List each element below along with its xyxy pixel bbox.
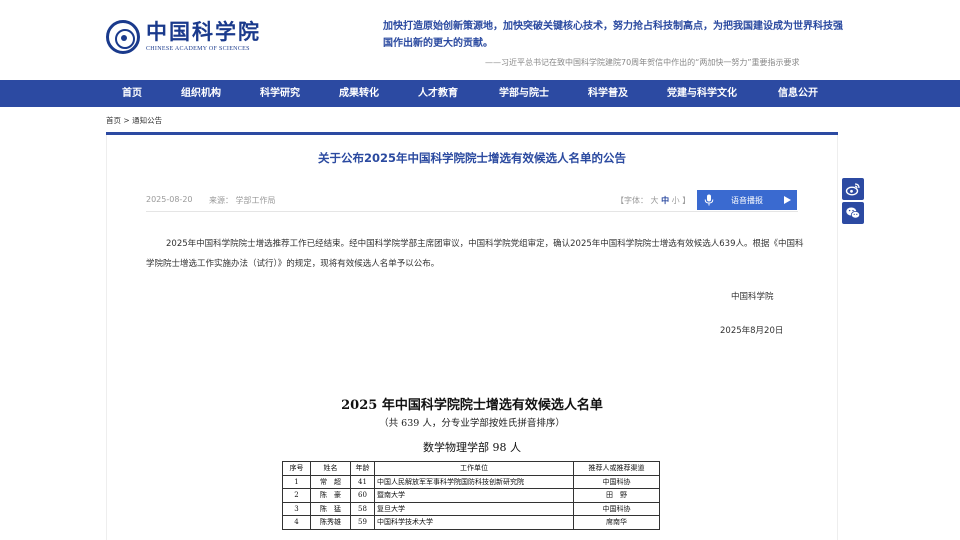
nav-item-achievements[interactable]: 成果转化 bbox=[339, 80, 379, 107]
cas-emblem-icon bbox=[106, 20, 140, 54]
font-small-link[interactable]: 小 bbox=[672, 196, 680, 205]
logo-chinese-name: 中国科学院 bbox=[146, 19, 261, 44]
site-logo[interactable]: 中国科学院 CHINESE ACADEMY OF SCIENCES bbox=[106, 20, 261, 54]
article-source: 来源： 学部工作局 bbox=[209, 196, 276, 205]
table-row: 3 陈 猛 58 复旦大学 中国科协 bbox=[282, 501, 660, 516]
nav-item-research[interactable]: 科学研究 bbox=[260, 80, 300, 107]
site-header: 中国科学院 CHINESE ACADEMY OF SCIENCES 加快打造原始… bbox=[0, 0, 960, 79]
candidate-table: 序号 姓名 年龄 工作单位 推荐人或推荐渠道 1 常 超 41 中国人民解放军军… bbox=[282, 461, 660, 530]
share-wechat-button[interactable] bbox=[842, 202, 864, 224]
nav-item-party-culture[interactable]: 党建与科学文化 bbox=[667, 80, 737, 107]
article-title: 关于公布2025年中国科学院院士增选有效候选人名单的公告 bbox=[317, 151, 626, 165]
font-size-selector: 【字体： 大 中 小 】 bbox=[616, 196, 691, 205]
signature-date: 2025年8月20日 bbox=[720, 326, 784, 336]
breadcrumb: 首页 > 通知公告 bbox=[106, 115, 162, 126]
breadcrumb-home[interactable]: 首页 bbox=[106, 116, 121, 125]
header-recommender: 推荐人或推荐渠道 bbox=[573, 461, 660, 476]
nav-item-organization[interactable]: 组织机构 bbox=[181, 80, 221, 107]
article-paragraph: 2025年中国科学院院士增选推荐工作已经结束。经中国科学院学部主席团审议，中国科… bbox=[146, 239, 804, 269]
breadcrumb-current[interactable]: 通知公告 bbox=[132, 116, 162, 125]
header-unit: 工作单位 bbox=[374, 461, 574, 476]
article-date: 2025-08-20 bbox=[146, 195, 193, 204]
microphone-icon bbox=[704, 194, 714, 206]
nav-item-academicians[interactable]: 学部与院士 bbox=[499, 80, 549, 107]
nav-item-popular-science[interactable]: 科学普及 bbox=[588, 80, 628, 107]
table-row: 4 陈秀雄 59 中国科学技术大学 席南华 bbox=[282, 515, 660, 530]
slogan-source: ——习近平总书记在致中国科学院建院70周年贺信中作出的“两加快一努力”重要指示要… bbox=[485, 58, 800, 67]
table-row: 1 常 超 41 中国人民解放军军事科学院国防科技创新研究院 中国科协 bbox=[282, 474, 660, 489]
header-name: 姓名 bbox=[310, 461, 351, 476]
header-number: 序号 bbox=[282, 461, 311, 476]
table-header-row: 序号 姓名 年龄 工作单位 推荐人或推荐渠道 bbox=[282, 461, 660, 476]
list-subtitle: （共 639 人，分专业学部按姓氏拼音排序） bbox=[379, 418, 565, 429]
signature: 中国科学院 bbox=[731, 292, 774, 302]
weibo-icon bbox=[845, 183, 860, 196]
share-weibo-button[interactable] bbox=[842, 178, 864, 200]
play-icon bbox=[784, 196, 791, 204]
header-slogan: 加快打造原始创新策源地，加快突破关键核心技术，努力抢占科技制高点，为把我国建设成… bbox=[383, 21, 843, 49]
table-row: 2 陈 豪 60 暨南大学 田 野 bbox=[282, 488, 660, 503]
voice-broadcast-button[interactable]: 语音播报 bbox=[697, 190, 797, 210]
font-medium-link[interactable]: 中 bbox=[661, 196, 669, 205]
nav-item-information[interactable]: 信息公开 bbox=[778, 80, 818, 107]
header-age: 年龄 bbox=[350, 461, 375, 476]
nav-item-home[interactable]: 首页 bbox=[122, 80, 142, 107]
logo-english-name: CHINESE ACADEMY OF SCIENCES bbox=[146, 46, 250, 52]
wechat-icon bbox=[846, 207, 861, 219]
article-meta: 2025-08-20 来源： 学部工作局 【字体： 大 中 小 】 语音播报 bbox=[146, 190, 798, 212]
breadcrumb-separator: > bbox=[123, 116, 130, 125]
main-nav: 首页 组织机构 科学研究 成果转化 人才教育 学部与院士 科学普及 党建与科学文… bbox=[0, 80, 960, 107]
department-title: 数学物理学部 98 人 bbox=[423, 441, 521, 454]
nav-item-education[interactable]: 人才教育 bbox=[418, 80, 458, 107]
voice-broadcast-label: 语音播报 bbox=[731, 195, 763, 205]
font-large-link[interactable]: 大 bbox=[651, 196, 659, 205]
list-title: 2025 年中国科学院院士增选有效候选人名单 bbox=[341, 398, 603, 413]
